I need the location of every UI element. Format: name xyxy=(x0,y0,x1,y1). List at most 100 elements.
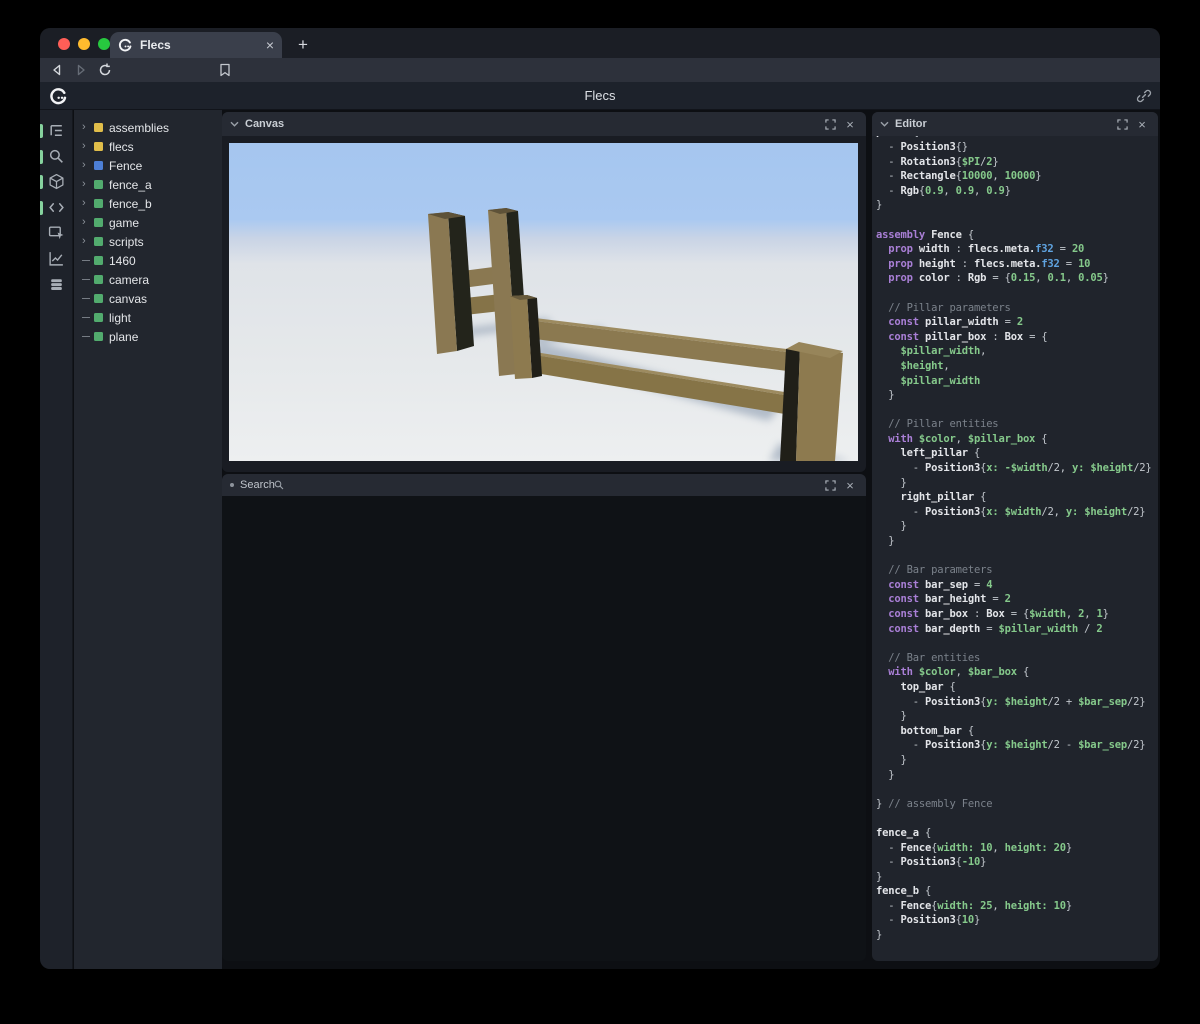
cube-icon[interactable] xyxy=(48,173,66,191)
tree-item-1460[interactable]: 1460 xyxy=(74,251,222,270)
code-line: - Position3{y: $height/2 - $bar_sep/2} xyxy=(876,739,1146,752)
code-icon[interactable] xyxy=(48,199,66,217)
inspector-icon[interactable] xyxy=(48,224,66,242)
code-line: } // assembly Fence xyxy=(876,797,993,810)
tree-item-fence_a[interactable]: › fence_a xyxy=(74,175,222,194)
code-line: with $color, $pillar_box { xyxy=(876,432,1048,445)
code-line: } xyxy=(876,710,907,723)
search-icon[interactable] xyxy=(48,148,66,166)
new-tab-button[interactable]: + xyxy=(290,32,316,58)
chart-icon[interactable] xyxy=(48,250,66,268)
tree-item-light[interactable]: light xyxy=(74,308,222,327)
code-line: } xyxy=(876,753,907,766)
tree-item-label: fence_a xyxy=(109,177,152,192)
tree-item-label: plane xyxy=(109,329,139,344)
code-editor[interactable]: plane { - Position3{} - Rotation3{$PI/2}… xyxy=(872,136,1158,961)
tree-item-assemblies[interactable]: › assemblies xyxy=(74,118,222,137)
code-line: } xyxy=(876,476,907,489)
collapse-chevron-icon[interactable] xyxy=(880,121,889,127)
forward-icon[interactable] xyxy=(72,61,90,79)
browser-tab[interactable]: Flecs × xyxy=(110,32,282,58)
expand-chevron-icon: › xyxy=(82,216,86,228)
app-title: Flecs xyxy=(584,88,616,103)
tree-item-label: game xyxy=(109,215,140,230)
tree-item-canvas[interactable]: canvas xyxy=(74,289,222,308)
code-line: bottom_bar { xyxy=(876,724,974,737)
tree-item-label: light xyxy=(109,310,132,325)
code-line: fence_b { xyxy=(876,885,932,898)
bookmark-icon[interactable] xyxy=(216,61,234,79)
tree-item-label: fence_b xyxy=(109,196,152,211)
close-panel-icon[interactable]: × xyxy=(842,116,858,132)
fullscreen-icon[interactable] xyxy=(822,116,838,132)
entity-kind-square-icon xyxy=(94,294,103,303)
left-icon-bar xyxy=(40,110,73,969)
code-line: left_pillar { xyxy=(876,447,981,460)
tree-item-label: assemblies xyxy=(109,120,170,135)
code-line: const bar_sep = 4 xyxy=(876,578,993,591)
search-panel: Search × xyxy=(222,474,866,961)
close-panel-icon[interactable]: × xyxy=(842,477,858,493)
entity-sidebar: › assemblies › flecs › Fence › fence_a › fence_b ›… xyxy=(74,110,222,969)
stack-icon[interactable] xyxy=(48,276,66,294)
tab-close-icon[interactable]: × xyxy=(266,38,274,52)
code-line: } xyxy=(876,929,883,942)
close-window-button[interactable] xyxy=(58,38,70,50)
code-line: const pillar_box : Box = { xyxy=(876,330,1048,343)
code-line: const bar_height = 2 xyxy=(876,593,1011,606)
minimize-window-button[interactable] xyxy=(78,38,90,50)
tree-item-game[interactable]: › game xyxy=(74,213,222,232)
expand-chevron-icon: › xyxy=(82,140,86,152)
code-line: // Pillar entities xyxy=(876,418,999,431)
active-panel-indicator xyxy=(40,175,43,190)
tab-title: Flecs xyxy=(140,38,171,52)
code-line: - Position3{x: -$width/2, y: $height/2} xyxy=(876,462,1152,475)
tree-item-camera[interactable]: camera xyxy=(74,270,222,289)
back-icon[interactable] xyxy=(48,61,66,79)
tree-item-flecs[interactable]: › flecs xyxy=(74,137,222,156)
collapse-chevron-icon[interactable] xyxy=(230,121,239,127)
code-line: } xyxy=(876,199,883,212)
leaf-dash-icon xyxy=(82,317,94,318)
search-panel-title: Search xyxy=(240,479,275,491)
collapsed-indicator-icon[interactable] xyxy=(230,483,234,487)
tree-item-label: flecs xyxy=(109,139,134,154)
search-panel-header: Search × xyxy=(222,474,866,496)
code-line: - Position3{10} xyxy=(876,914,981,927)
code-line: - Rectangle{10000, 10000} xyxy=(876,170,1042,183)
leaf-dash-icon xyxy=(82,260,94,261)
3d-viewport[interactable] xyxy=(229,143,858,461)
tree-item-label: 1460 xyxy=(109,253,136,268)
code-line: } xyxy=(876,535,895,548)
leaf-dash-icon xyxy=(82,336,94,337)
tree-item-fence_b[interactable]: › fence_b xyxy=(74,194,222,213)
code-line: - Position3{} xyxy=(876,141,968,153)
zoom-window-button[interactable] xyxy=(98,38,110,50)
entity-kind-square-icon xyxy=(94,237,103,246)
reload-icon[interactable] xyxy=(96,61,114,79)
code-line: // Pillar parameters xyxy=(876,301,1011,314)
fullscreen-icon[interactable] xyxy=(1114,116,1130,132)
permalink-icon[interactable] xyxy=(1136,88,1152,104)
code-line: fence_a { xyxy=(876,826,932,839)
code-line: - Fence{width: 25, height: 10} xyxy=(876,899,1072,912)
tree-item-scripts[interactable]: › scripts xyxy=(74,232,222,251)
tree-item-plane[interactable]: plane xyxy=(74,327,222,346)
tree-item-Fence[interactable]: › Fence xyxy=(74,156,222,175)
close-panel-icon[interactable]: × xyxy=(1134,116,1150,132)
outliner-icon[interactable] xyxy=(48,122,66,140)
code-line: } xyxy=(876,768,895,781)
code-line: $pillar_width xyxy=(876,374,981,387)
code-line: $height, xyxy=(876,359,950,372)
editor-panel-header: Editor × xyxy=(872,112,1158,136)
code-line: const bar_box : Box = {$width, 2, 1} xyxy=(876,608,1109,620)
fullscreen-icon[interactable] xyxy=(822,477,838,493)
code-line: - Position3{y: $height/2 + $bar_sep/2} xyxy=(876,695,1146,708)
entity-kind-square-icon xyxy=(94,313,103,322)
code-line: const pillar_width = 2 xyxy=(876,316,1023,329)
